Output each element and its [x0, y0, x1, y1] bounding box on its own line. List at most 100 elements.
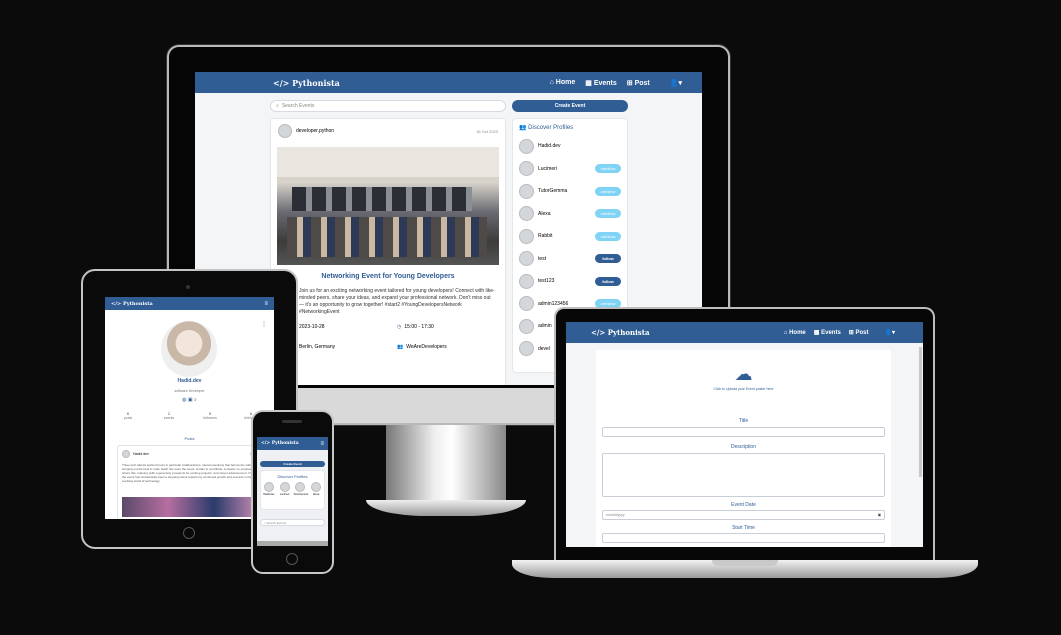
profile-name[interactable]: admin123456	[538, 301, 568, 307]
profile-role: software Developer	[174, 389, 205, 393]
unfollow-button[interactable]: unfollow	[595, 231, 621, 241]
profile-row: Lucimeri unfollow	[519, 158, 621, 181]
post-author[interactable]: developer.python	[296, 128, 334, 134]
search-input[interactable]: ⌕ Search Events	[270, 100, 506, 112]
profile-name[interactable]: test	[538, 256, 546, 262]
tablet-home-button[interactable]	[183, 527, 195, 539]
author-avatar[interactable]	[278, 124, 292, 138]
clock-icon: ◷	[397, 324, 402, 330]
laptop-user-menu-icon[interactable]: 👤▾	[885, 329, 895, 336]
phone-discover-heading: Discover Profiles	[277, 474, 308, 479]
phone-profile-name: TutorGemma	[293, 493, 309, 496]
nav-home[interactable]: ⌂ Home	[550, 79, 576, 86]
phone-menu-icon[interactable]: ≡	[320, 441, 324, 447]
profile-avatar[interactable]	[519, 341, 534, 357]
laptop-scrollbar[interactable]	[919, 347, 922, 477]
social-icons[interactable]: ◍ ▣ ⌕	[105, 397, 274, 403]
event-photo	[277, 147, 499, 265]
follow-button[interactable]: follow	[595, 254, 621, 264]
stat-item[interactable]: 5 followers	[195, 412, 225, 420]
search-icon: ⌕	[276, 103, 279, 109]
event-date-input[interactable]: mm/dd/yyyy ▣	[602, 510, 885, 520]
phone-home-button[interactable]	[286, 553, 298, 565]
phone-scroll-hint	[257, 541, 328, 546]
tablet-brand[interactable]: </> Pythonista	[111, 301, 153, 307]
monitor-stand	[386, 425, 506, 503]
tablet-navbar: </> Pythonista ≡	[105, 297, 274, 310]
create-event-form: ☁ Click to Upload your Event poster here…	[596, 350, 891, 547]
discover-heading: 👥 Discover Profiles	[519, 124, 621, 131]
tablet-post-author[interactable]: Hadid.dev	[133, 452, 149, 456]
event-organizer: WeAreDevelopers	[406, 344, 447, 350]
profile-row: TutorGemma unfollow	[519, 180, 621, 203]
profile-name[interactable]: admin	[538, 323, 552, 329]
stat-item[interactable]: 2 events	[154, 412, 184, 420]
tablet-post-avatar	[122, 450, 130, 458]
profile-name[interactable]: Hadid.dev	[538, 143, 561, 149]
cloud-upload-icon[interactable]: ☁	[596, 364, 891, 385]
laptop-navbar: </> Pythonista ⌂ Home ▦ Events ⊞ Post 👤▾	[566, 322, 923, 343]
profile-name[interactable]: TutorGemma	[538, 188, 567, 194]
phone-discover-panel: Discover Profiles Hadid.dev Lucimeri Tutor…	[260, 470, 325, 510]
unfollow-button[interactable]: unfollow	[595, 164, 621, 174]
profile-row: test follow	[519, 248, 621, 271]
phone-create-event-button[interactable]: Create Event	[260, 461, 325, 467]
phone-navbar: </> Pythonista ≡	[257, 437, 328, 450]
profile-name[interactable]: Alexa	[538, 211, 551, 217]
unfollow-button[interactable]: unfollow	[595, 209, 621, 219]
calendar-icon[interactable]: ▣	[878, 513, 881, 517]
profile-avatar[interactable]	[519, 138, 534, 154]
phone-search-input[interactable]: ⌕ Search Events	[260, 519, 325, 526]
phone-profile-avatar	[263, 482, 274, 492]
profile-avatar[interactable]	[519, 183, 534, 199]
profile-row: Rabbit unfollow	[519, 225, 621, 248]
phone-profile-name: Alexa	[312, 493, 320, 496]
posts-heading: Posts	[184, 436, 195, 441]
profile-name[interactable]: devel	[538, 346, 550, 352]
phone-profile-item[interactable]: TutorGemma	[293, 482, 309, 496]
description-textarea[interactable]	[602, 453, 885, 497]
more-options-icon[interactable]: ⋮	[261, 321, 267, 328]
user-menu-icon[interactable]: 👤▾	[670, 79, 682, 87]
brand-logo[interactable]: </> Pythonista	[273, 78, 340, 88]
date-placeholder: mm/dd/yyyy	[606, 513, 625, 517]
laptop-nav-post[interactable]: ⊞ Post	[849, 329, 869, 336]
follow-button[interactable]: follow	[595, 276, 621, 286]
title-input[interactable]	[602, 427, 885, 437]
profile-avatar[interactable]	[519, 206, 534, 222]
start-time-input[interactable]	[602, 533, 885, 543]
phone-speaker	[282, 420, 302, 423]
stat-item[interactable]: 6 posts	[113, 412, 143, 420]
laptop-nav-events[interactable]: ▦ Events	[814, 329, 841, 336]
profile-avatar[interactable]	[519, 273, 534, 289]
upload-poster-text[interactable]: Click to Upload your Event poster here	[596, 387, 891, 391]
unfollow-button[interactable]: unfollow	[595, 186, 621, 196]
phone-profile-name: Lucimeri	[279, 493, 290, 496]
laptop-nav-home[interactable]: ⌂ Home	[784, 330, 806, 336]
phone-profile-item[interactable]: Lucimeri	[278, 482, 292, 496]
tablet-menu-icon[interactable]: ≡	[264, 301, 268, 307]
event-location: Berlin, Germany	[299, 344, 336, 350]
create-event-button[interactable]: Create Event	[512, 100, 628, 112]
phone-profile-item[interactable]: Alexa	[309, 482, 323, 496]
phone-screen: </> Pythonista ≡ Create Event Discover P…	[257, 437, 328, 546]
tablet-camera	[186, 285, 190, 289]
profile-name[interactable]: Lucimeri	[538, 166, 557, 172]
profile-avatar[interactable]	[519, 251, 534, 267]
nav-post[interactable]: ⊞ Post	[627, 79, 650, 87]
discover-heading-label: Discover Profiles	[528, 125, 574, 131]
tablet-post-text: Three tech talents spirited hours in par…	[122, 463, 260, 483]
profile-avatar[interactable]	[519, 318, 534, 334]
laptop-brand[interactable]: </> Pythonista	[591, 328, 650, 337]
profile-avatar[interactable]	[519, 296, 534, 312]
profile-name[interactable]: test123	[538, 278, 554, 284]
event-date-label: Event Date	[731, 502, 756, 508]
phone-brand[interactable]: </> Pythonista	[261, 441, 299, 446]
nav-events[interactable]: ▦ Events	[585, 79, 617, 87]
navbar: </> Pythonista ⌂ Home ▦ Events ⊞ Post 👤▾	[195, 72, 702, 93]
profile-avatar[interactable]	[519, 161, 534, 177]
profile-name[interactable]: Rabbit	[538, 233, 552, 239]
phone-profile-item[interactable]: Hadid.dev	[262, 482, 276, 496]
profile-avatar[interactable]	[519, 228, 534, 244]
start-time-label: Start Time	[732, 525, 755, 531]
